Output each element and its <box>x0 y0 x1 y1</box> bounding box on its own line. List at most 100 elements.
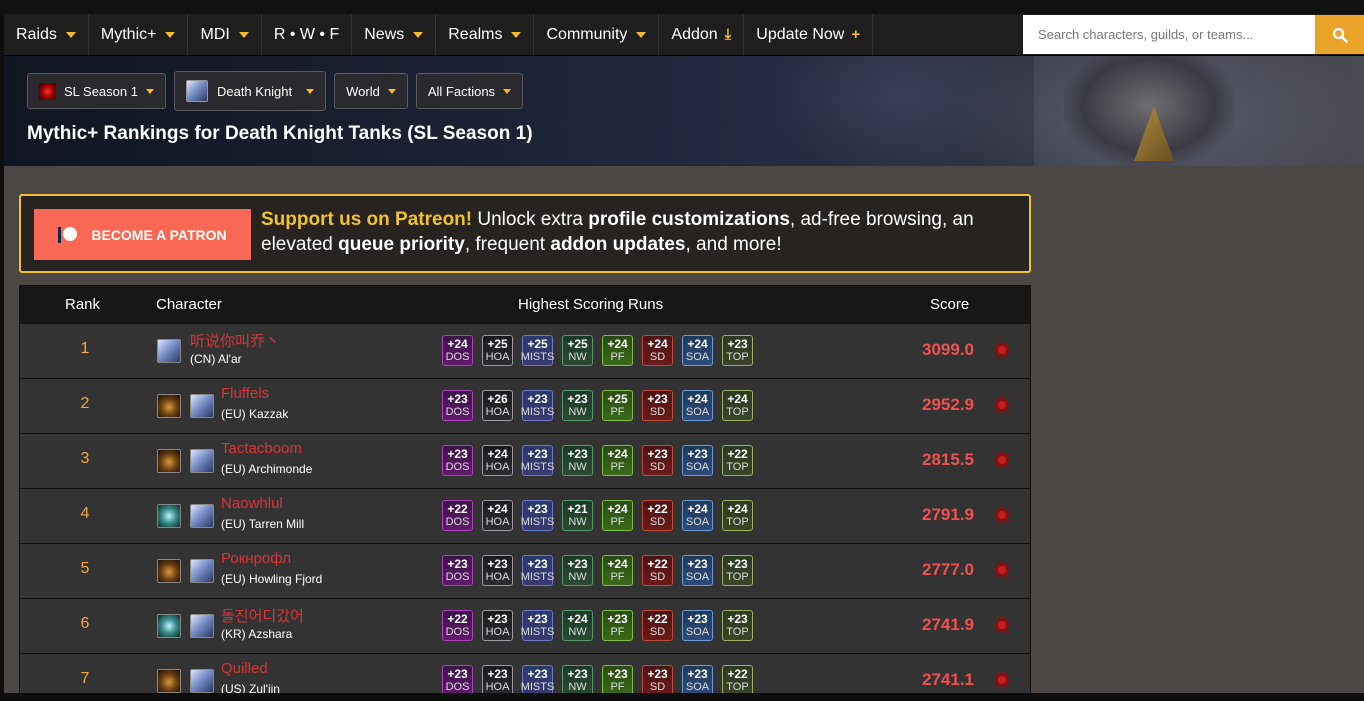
run-badge-dos[interactable]: +23 DOS <box>442 555 473 586</box>
run-badge-hoa[interactable]: +24 HOA <box>482 500 513 531</box>
run-badge-mists[interactable]: +25 MISTS <box>521 335 554 366</box>
nav-item[interactable]: Update Now + <box>744 14 874 55</box>
run-level: +24 <box>607 446 628 461</box>
nav-item[interactable]: Mythic+ <box>89 14 189 55</box>
run-badge-pf[interactable]: +23 PF <box>602 665 633 693</box>
run-badge-pf[interactable]: +23 PF <box>602 610 633 641</box>
run-badge-sd[interactable]: +22 SD <box>642 610 673 641</box>
run-badge-pf[interactable]: +24 PF <box>602 500 633 531</box>
run-badge-soa[interactable]: +24 SOA <box>682 335 713 366</box>
character-name-link[interactable]: Tactacboom <box>221 440 302 457</box>
run-badge-sd[interactable]: +24 SD <box>642 335 673 366</box>
chevron-down-icon <box>165 31 176 38</box>
run-level: +26 <box>487 391 508 406</box>
nav-item[interactable]: R • W • F <box>262 14 353 55</box>
run-badge-top[interactable]: +24 TOP <box>722 390 753 421</box>
character-name-link[interactable]: Naowhlul <box>221 495 283 512</box>
run-badge-pf[interactable]: +24 PF <box>602 335 633 366</box>
season-dropdown[interactable]: SL Season 1 <box>27 73 166 109</box>
run-badge-mists[interactable]: +23 MISTS <box>521 555 554 586</box>
run-badge-nw[interactable]: +24 NW <box>562 610 593 641</box>
run-badge-nw[interactable]: +21 NW <box>562 500 593 531</box>
search-input[interactable] <box>1023 15 1315 54</box>
table-row[interactable]: 2 Fluffels (EU) Kazzak +23 DOS +26 HOA +23 MISTS… <box>19 378 1031 434</box>
run-badge-sd[interactable]: +22 SD <box>642 555 673 586</box>
run-badge-top[interactable]: +23 TOP <box>722 555 753 586</box>
table-row[interactable]: 5 Рокнрофл (EU) Howling Fjord +23 DOS +23 HOA +… <box>19 543 1031 599</box>
character-name-link[interactable]: Fluffels <box>221 385 269 402</box>
nav-item-label: Community <box>546 25 628 43</box>
table-row[interactable]: 7 Quilled (US) Zul'jin +23 DOS +23 HOA +23 MISTS… <box>19 653 1031 693</box>
become-patron-button[interactable]: BECOME A PATRON <box>34 209 251 260</box>
run-badge-hoa[interactable]: +23 HOA <box>482 665 513 693</box>
main-content: BECOME A PATRON Support us on Patreon! U… <box>4 166 1364 693</box>
run-badge-dos[interactable]: +23 DOS <box>442 445 473 476</box>
run-badge-mists[interactable]: +23 MISTS <box>521 500 554 531</box>
run-badge-dos[interactable]: +24 DOS <box>442 335 473 366</box>
run-badge-top[interactable]: +24 TOP <box>722 500 753 531</box>
region-dropdown[interactable]: World <box>334 73 408 109</box>
character-name-link[interactable]: Quilled <box>221 660 268 677</box>
run-badge-soa[interactable]: +24 SOA <box>682 390 713 421</box>
run-badge-sd[interactable]: +22 SD <box>642 500 673 531</box>
class-label: Death Knight <box>216 83 293 99</box>
run-dungeon: TOP <box>726 350 749 363</box>
character-name-link[interactable]: 돌진어디갔어 <box>221 605 304 626</box>
run-badge-hoa[interactable]: +23 HOA <box>482 610 513 641</box>
nav-item-label: Raids <box>16 25 57 43</box>
run-badge-dos[interactable]: +23 DOS <box>442 390 473 421</box>
table-row[interactable]: 6 돌진어디갔어 (KR) Azshara +22 DOS +23 HOA +23 MISTS +… <box>19 598 1031 654</box>
run-badge-nw[interactable]: +23 NW <box>562 390 593 421</box>
nav-item[interactable]: Realms <box>436 14 535 55</box>
run-badge-hoa[interactable]: +23 HOA <box>482 555 513 586</box>
run-badge-hoa[interactable]: +26 HOA <box>482 390 513 421</box>
run-badge-soa[interactable]: +23 SOA <box>682 445 713 476</box>
run-badge-nw[interactable]: +23 NW <box>562 555 593 586</box>
death-knight-icon <box>185 80 208 102</box>
run-badge-mists[interactable]: +23 MISTS <box>521 390 554 421</box>
faction-dropdown[interactable]: All Factions <box>415 73 524 109</box>
class-dropdown[interactable]: Death Knight <box>173 71 327 111</box>
nav-item[interactable]: Addon ⤓ <box>659 14 745 55</box>
run-badge-sd[interactable]: +23 SD <box>642 390 673 421</box>
nav-item[interactable]: Raids <box>4 14 89 55</box>
run-level: +25 <box>567 336 588 351</box>
run-badge-top[interactable]: +22 TOP <box>722 445 753 476</box>
nav-item[interactable]: MDI <box>188 14 262 55</box>
run-badge-nw[interactable]: +23 NW <box>562 665 593 693</box>
run-badge-mists[interactable]: +23 MISTS <box>521 610 554 641</box>
run-badge-top[interactable]: +23 TOP <box>722 610 753 641</box>
run-badge-top[interactable]: +22 TOP <box>722 665 753 693</box>
table-row[interactable]: 4 Naowhlul (EU) Tarren Mill +22 DOS +24 HOA +23… <box>19 488 1031 544</box>
run-badge-soa[interactable]: +24 SOA <box>682 500 713 531</box>
run-badge-dos[interactable]: +22 DOS <box>442 500 473 531</box>
run-dungeon: HOA <box>485 680 510 693</box>
run-dungeon: DOS <box>445 680 470 693</box>
run-badge-hoa[interactable]: +25 HOA <box>482 335 513 366</box>
run-badge-top[interactable]: +23 TOP <box>722 335 753 366</box>
run-badge-nw[interactable]: +25 NW <box>562 335 593 366</box>
table-row[interactable]: 1 听说你叫乔丶 (CN) Al'ar +24 DOS +25 HOA +25 MISTS +25… <box>19 323 1031 379</box>
table-row[interactable]: 3 Tactacboom (EU) Archimonde +23 DOS +24 HOA +2… <box>19 433 1031 489</box>
run-badge-mists[interactable]: +23 MISTS <box>521 665 554 693</box>
search-button[interactable] <box>1315 15 1364 54</box>
horde-icon <box>993 505 1011 525</box>
run-badge-dos[interactable]: +23 DOS <box>442 665 473 693</box>
run-badge-soa[interactable]: +23 SOA <box>682 665 713 693</box>
run-badge-sd[interactable]: +23 SD <box>642 665 673 693</box>
nav-item[interactable]: News <box>352 14 437 55</box>
run-badge-hoa[interactable]: +24 HOA <box>482 445 513 476</box>
run-badge-sd[interactable]: +23 SD <box>642 445 673 476</box>
run-badge-soa[interactable]: +23 SOA <box>682 610 713 641</box>
run-badge-pf[interactable]: +25 PF <box>602 390 633 421</box>
character-name-link[interactable]: Рокнрофл <box>221 550 291 567</box>
nav-item[interactable]: Community <box>534 14 660 55</box>
run-badge-soa[interactable]: +23 SOA <box>682 555 713 586</box>
run-badge-dos[interactable]: +22 DOS <box>442 610 473 641</box>
character-name-link[interactable]: 听说你叫乔丶 <box>190 330 280 351</box>
run-badge-pf[interactable]: +24 PF <box>602 555 633 586</box>
run-badge-mists[interactable]: +23 MISTS <box>521 445 554 476</box>
run-level: +23 <box>607 666 628 681</box>
run-badge-nw[interactable]: +23 NW <box>562 445 593 476</box>
run-badge-pf[interactable]: +24 PF <box>602 445 633 476</box>
